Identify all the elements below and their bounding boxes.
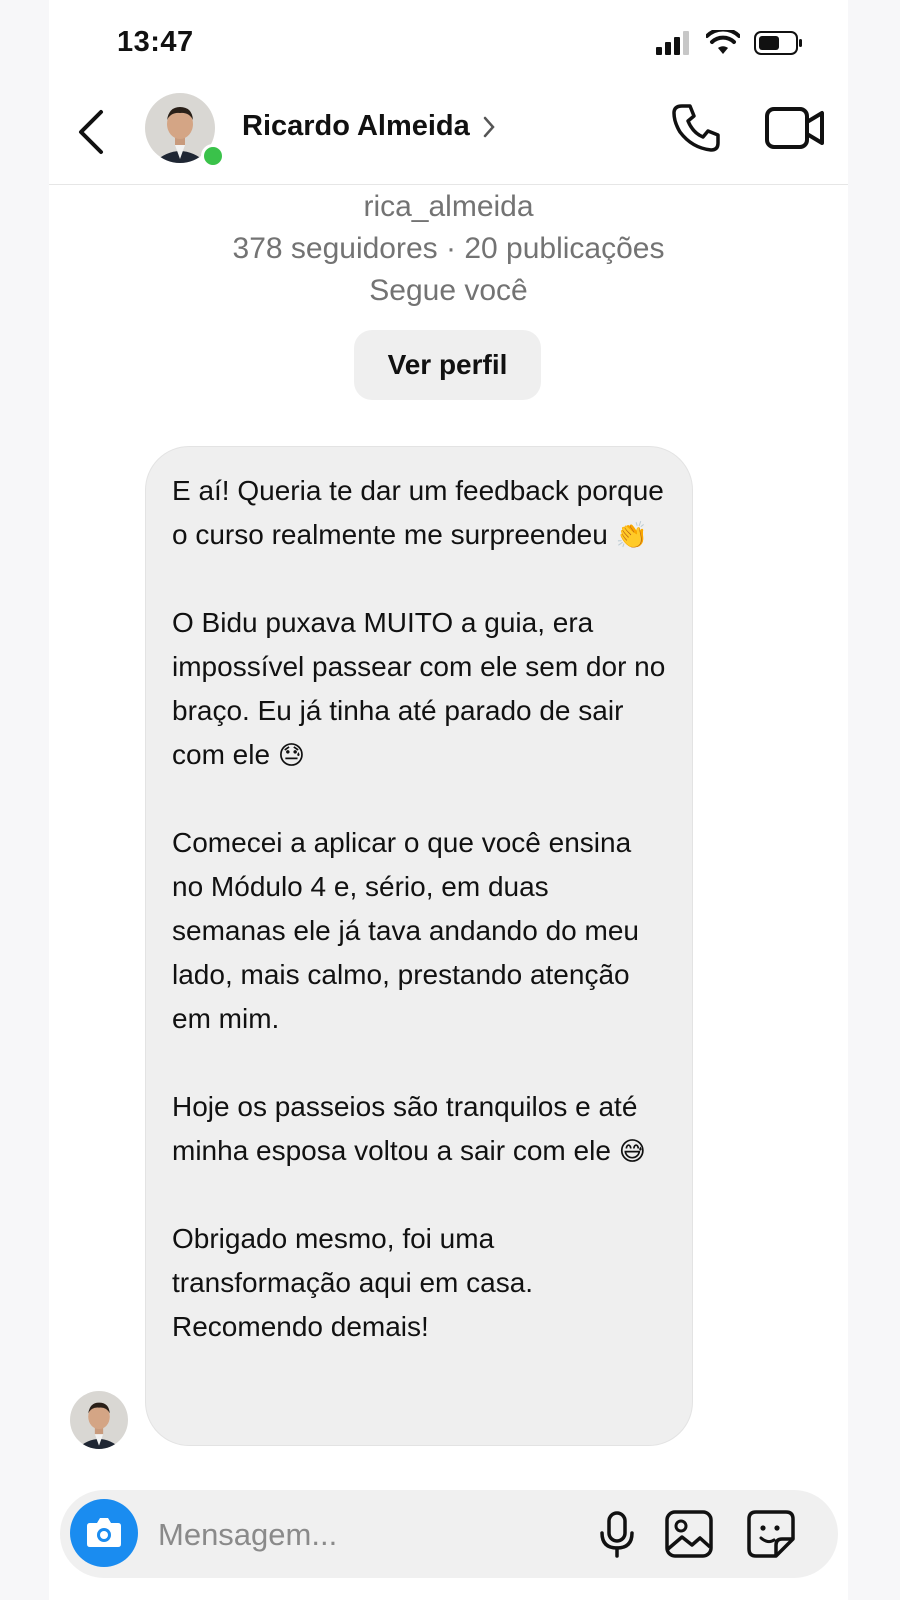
sender-avatar[interactable] [70,1391,128,1449]
contact-name: Ricardo Almeida [242,110,470,142]
sticker-icon[interactable] [744,1507,798,1561]
back-arrow-icon[interactable] [71,104,111,160]
message-paragraph: Obrigado mesmo, foi uma transformação aq… [172,1223,534,1342]
status-time: 13:47 [117,26,194,58]
message-paragraph: E aí! Queria te dar um feedback porque o… [172,475,664,550]
online-status-dot [201,144,225,168]
message-input[interactable] [156,1500,570,1570]
message-paragraph: Comecei a aplicar o que você ensina no M… [172,827,639,1034]
microphone-icon[interactable] [590,1507,644,1561]
status-icons [656,30,804,56]
image-icon[interactable] [662,1507,716,1561]
contact-name-link[interactable]: Ricardo Almeida [242,110,496,143]
message-paragraph: O Bidu puxava MUITO a guia, era impossív… [172,607,666,770]
message-bubble[interactable]: E aí! Queria te dar um feedback porque o… [145,446,693,1446]
profile-summary: rica_almeida 378 seguidores · 20 publica… [49,186,848,312]
camera-button[interactable] [70,1499,138,1567]
clapping-hands-emoji: 👏 [615,520,648,550]
profile-username: rica_almeida [363,190,534,223]
chat-header: Ricardo Almeida [49,88,848,185]
battery-icon [754,31,802,55]
view-profile-button[interactable]: Ver perfil [354,330,541,400]
camera-icon [87,1518,121,1547]
signal-icon [656,31,689,55]
chevron-right-icon [483,116,495,137]
grinning-sweat-emoji: 😅 [618,1136,646,1166]
phone-screen: 13:47 Ricardo Almeida rica_almeida 378 s… [49,0,848,1600]
phone-call-icon[interactable] [668,100,724,156]
message-composer [60,1490,838,1578]
video-call-icon[interactable] [764,100,826,156]
wifi-icon [706,30,740,54]
sweat-face-emoji: 😓 [277,740,305,770]
profile-stats: 378 seguidores · 20 publicações [232,232,665,265]
avatar-image [70,1391,128,1449]
profile-follow-status: Segue você [369,274,528,307]
message-paragraph: Hoje os passeios são tranquilos e até mi… [172,1091,646,1166]
